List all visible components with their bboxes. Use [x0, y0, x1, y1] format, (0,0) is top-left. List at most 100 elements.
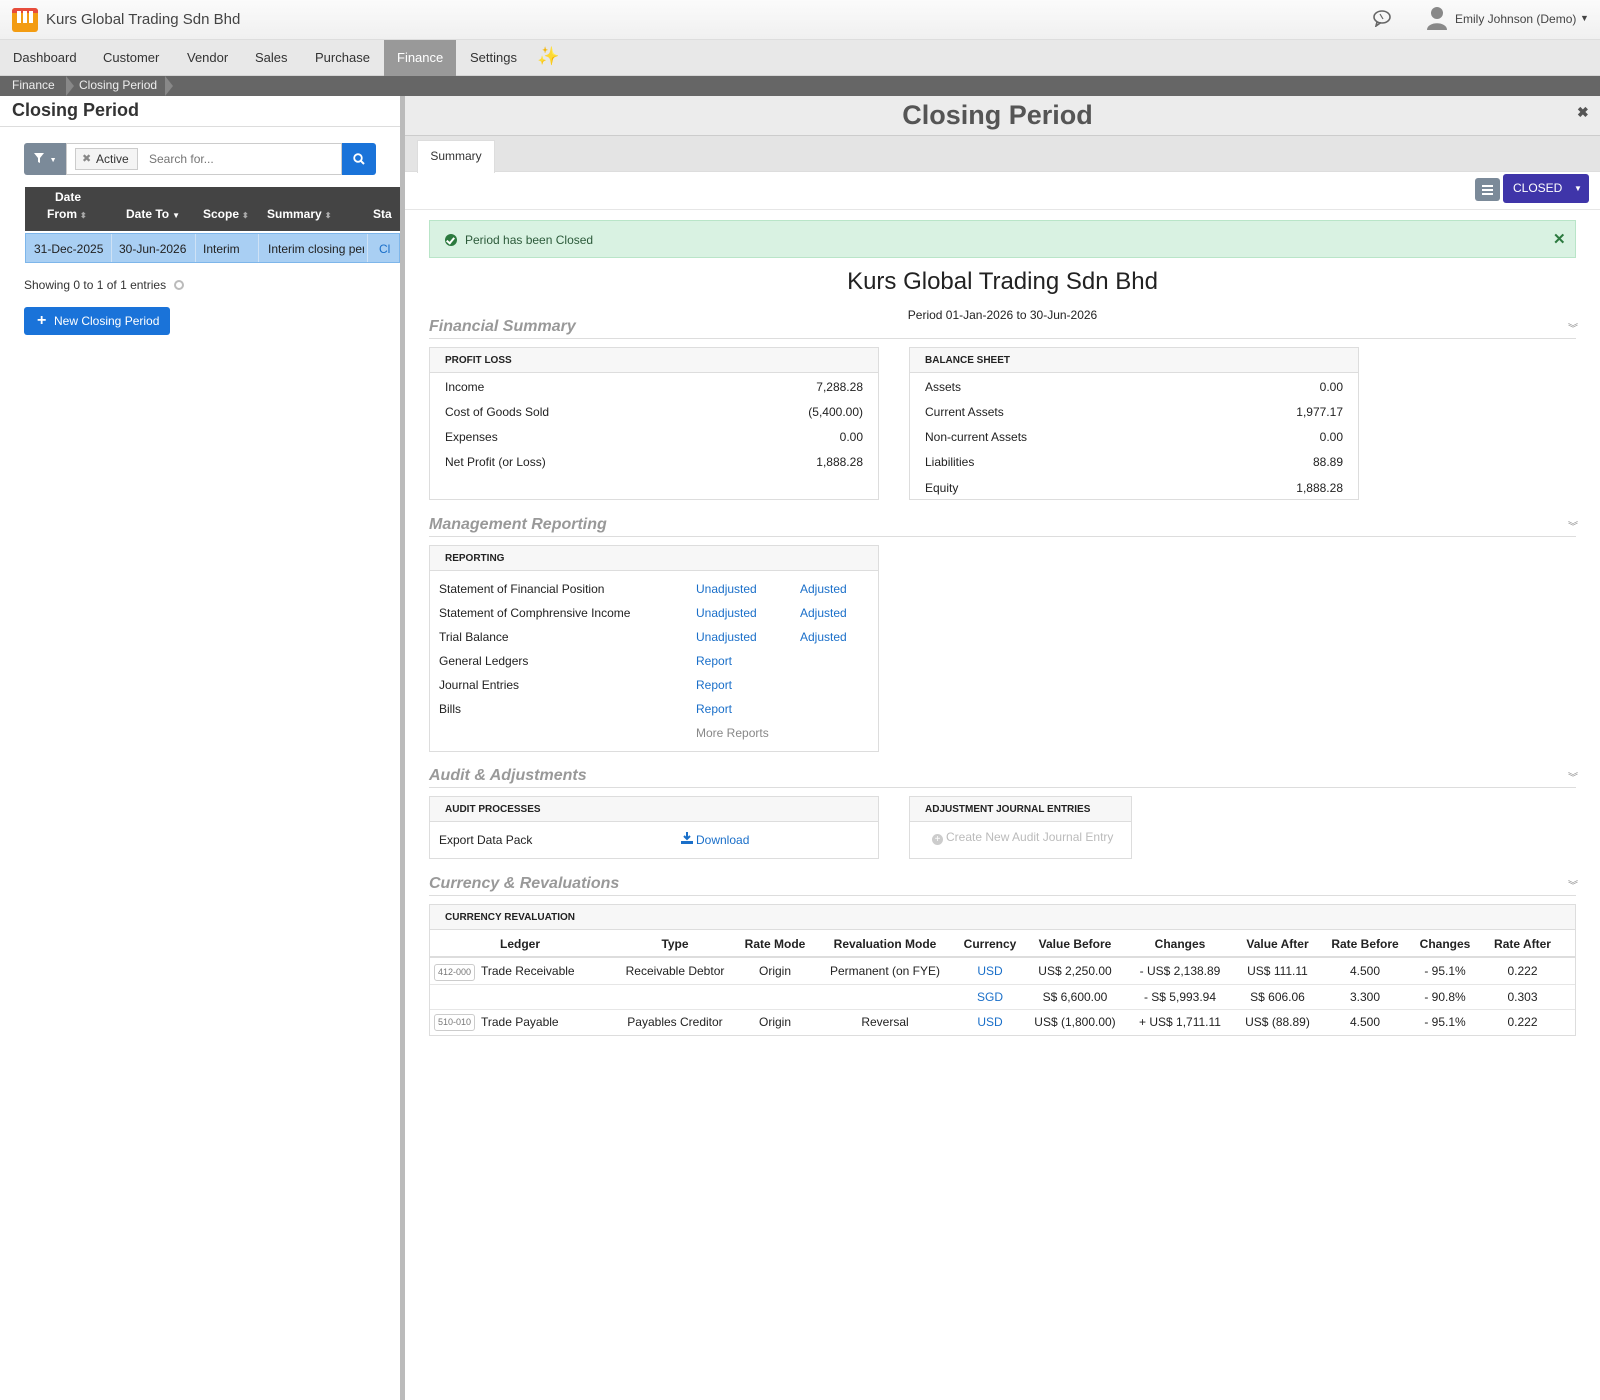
currency-link[interactable]: USD: [955, 964, 1025, 978]
card-title: CURRENCY REVALUATION: [430, 905, 1575, 930]
user-avatar-icon[interactable]: [1426, 6, 1448, 30]
rate-changes: - 90.8%: [1424, 990, 1466, 1004]
cell-summary: Interim closing per: [268, 242, 364, 256]
bs-value: 0.00: [1319, 380, 1343, 394]
nav-vendor[interactable]: Vendor: [174, 40, 241, 76]
value-before: US$ (1,800.00): [1034, 1015, 1116, 1029]
col-status[interactable]: Sta: [373, 207, 392, 221]
value-changes: + US$ 1,711.11: [1139, 1015, 1221, 1029]
adjusted-link[interactable]: Adjusted: [800, 582, 847, 596]
chevron-down-icon[interactable]: ▼: [1580, 13, 1589, 23]
company-name[interactable]: Kurs Global Trading Sdn Bhd: [46, 11, 240, 28]
report-link[interactable]: Report: [696, 678, 732, 692]
nav-sales[interactable]: Sales: [242, 40, 301, 76]
search-box: ✖ Active: [66, 143, 342, 175]
currency-link[interactable]: USD: [955, 1015, 1025, 1029]
report-label: Journal Entries: [439, 678, 520, 692]
tab-bar: Summary: [405, 136, 1600, 173]
sparkle-icon[interactable]: ✨: [537, 46, 559, 67]
col-scope[interactable]: Scope ⬍: [203, 207, 249, 221]
report-label: General Ledgers: [439, 654, 529, 668]
rate-before: 4.500: [1349, 964, 1381, 978]
unadjusted-link[interactable]: Unadjusted: [696, 582, 757, 596]
divider: [429, 536, 1576, 537]
top-bar: Kurs Global Trading Sdn Bhd Emily Johnso…: [0, 0, 1600, 40]
col-value-before: Value Before: [1038, 937, 1112, 951]
adjusted-link[interactable]: Adjusted: [800, 606, 847, 620]
unadjusted-link[interactable]: Unadjusted: [696, 606, 757, 620]
balance-sheet-card: BALANCE SHEET Assets 0.00 Current Assets…: [909, 347, 1359, 500]
account-code-badge[interactable]: 510-010: [434, 1014, 475, 1031]
collapse-icon[interactable]: ︾: [1568, 320, 1578, 335]
company-logo-icon[interactable]: [12, 8, 38, 32]
nav-purchase[interactable]: Purchase: [302, 40, 383, 76]
unadjusted-link[interactable]: Unadjusted: [696, 630, 757, 644]
nav-dashboard[interactable]: Dashboard: [0, 40, 90, 76]
profit-loss-card: PROFIT LOSS Income 7,288.28 Cost of Good…: [429, 347, 879, 500]
adjusted-link[interactable]: Adjusted: [800, 630, 847, 644]
report-link[interactable]: Report: [696, 702, 732, 716]
col-value-after: Value After: [1246, 937, 1309, 951]
detail-header: Closing Period ✖: [405, 96, 1600, 136]
breadcrumb-finance[interactable]: Finance: [12, 78, 55, 92]
collapse-icon[interactable]: ︾: [1568, 769, 1578, 784]
nav-settings[interactable]: Settings: [457, 40, 530, 76]
table-row[interactable]: 31-Dec-2025 30-Jun-2026 Interim Interim …: [25, 233, 400, 263]
chat-icon[interactable]: [1372, 9, 1392, 27]
bs-label: Equity: [925, 481, 959, 495]
status-closed-button[interactable]: CLOSED ▼: [1503, 174, 1589, 203]
breadcrumb-closing-period[interactable]: Closing Period: [79, 78, 157, 92]
nav-customer[interactable]: Customer: [90, 40, 172, 76]
col-changes: Changes: [1154, 937, 1206, 951]
ledger-name[interactable]: Trade Payable: [481, 1015, 559, 1029]
col-date-from[interactable]: Date: [55, 190, 81, 204]
divider: [430, 956, 1575, 958]
divider: [111, 234, 112, 262]
col-summary[interactable]: Summary ⬍: [267, 207, 331, 221]
col-summary-label: Summary: [267, 207, 322, 221]
report-link[interactable]: Report: [696, 654, 732, 668]
divider: [429, 895, 1576, 896]
search-icon: [353, 153, 365, 165]
value-after: S$ 606.06: [1250, 990, 1305, 1004]
collapse-icon[interactable]: ︾: [1568, 518, 1578, 533]
collapse-icon[interactable]: ︾: [1568, 877, 1578, 892]
col-date-from-line2: From: [47, 207, 77, 221]
report-company-name: Kurs Global Trading Sdn Bhd: [847, 268, 1158, 295]
value-after: US$ 111.11: [1247, 964, 1308, 978]
cell-status[interactable]: Cl: [379, 242, 397, 256]
rate-after: 0.303: [1507, 990, 1538, 1004]
new-closing-period-button[interactable]: + New Closing Period: [24, 307, 170, 335]
col-rate-mode: Rate Mode: [744, 937, 806, 951]
report-period: Period 01-Jan-2026 to 30-Jun-2026: [907, 308, 1098, 322]
chevron-down-icon: ▼: [49, 157, 57, 164]
report-label: Trial Balance: [439, 630, 509, 644]
close-icon[interactable]: ✕: [1553, 230, 1566, 248]
filter-button[interactable]: ▼: [24, 143, 66, 175]
sort-icon: ⬍: [242, 211, 249, 220]
ledger-name[interactable]: Trade Receivable: [481, 964, 575, 978]
col-date-from-sort[interactable]: From ⬍: [47, 207, 87, 221]
bs-label: Current Assets: [925, 405, 1004, 419]
filter-icon: [33, 153, 44, 163]
tab-summary[interactable]: Summary: [417, 140, 495, 173]
card-title: BALANCE SHEET: [910, 348, 1358, 373]
account-code-badge[interactable]: 412-000: [434, 964, 475, 981]
create-audit-journal-entry-button[interactable]: + Create New Audit Journal Entry: [932, 830, 1113, 845]
list-menu-button[interactable]: [1475, 178, 1500, 201]
currency-link[interactable]: SGD: [955, 990, 1025, 1004]
close-icon[interactable]: ✖: [1577, 104, 1589, 121]
gear-icon[interactable]: [174, 280, 184, 290]
check-circle-icon: [445, 234, 457, 246]
nav-finance[interactable]: Finance: [384, 40, 457, 76]
download-link[interactable]: Download: [696, 833, 749, 847]
user-name[interactable]: Emily Johnson (Demo): [1455, 12, 1576, 26]
download-icon[interactable]: [681, 832, 693, 844]
more-reports-link[interactable]: More Reports: [696, 726, 769, 740]
search-input[interactable]: [149, 149, 329, 169]
value-before: S$ 6,600.00: [1042, 990, 1108, 1004]
filter-chip-active[interactable]: ✖ Active: [75, 148, 138, 170]
remove-chip-icon[interactable]: ✖: [82, 149, 91, 169]
col-date-to[interactable]: Date To ▼: [126, 207, 180, 221]
search-button[interactable]: [342, 143, 376, 175]
